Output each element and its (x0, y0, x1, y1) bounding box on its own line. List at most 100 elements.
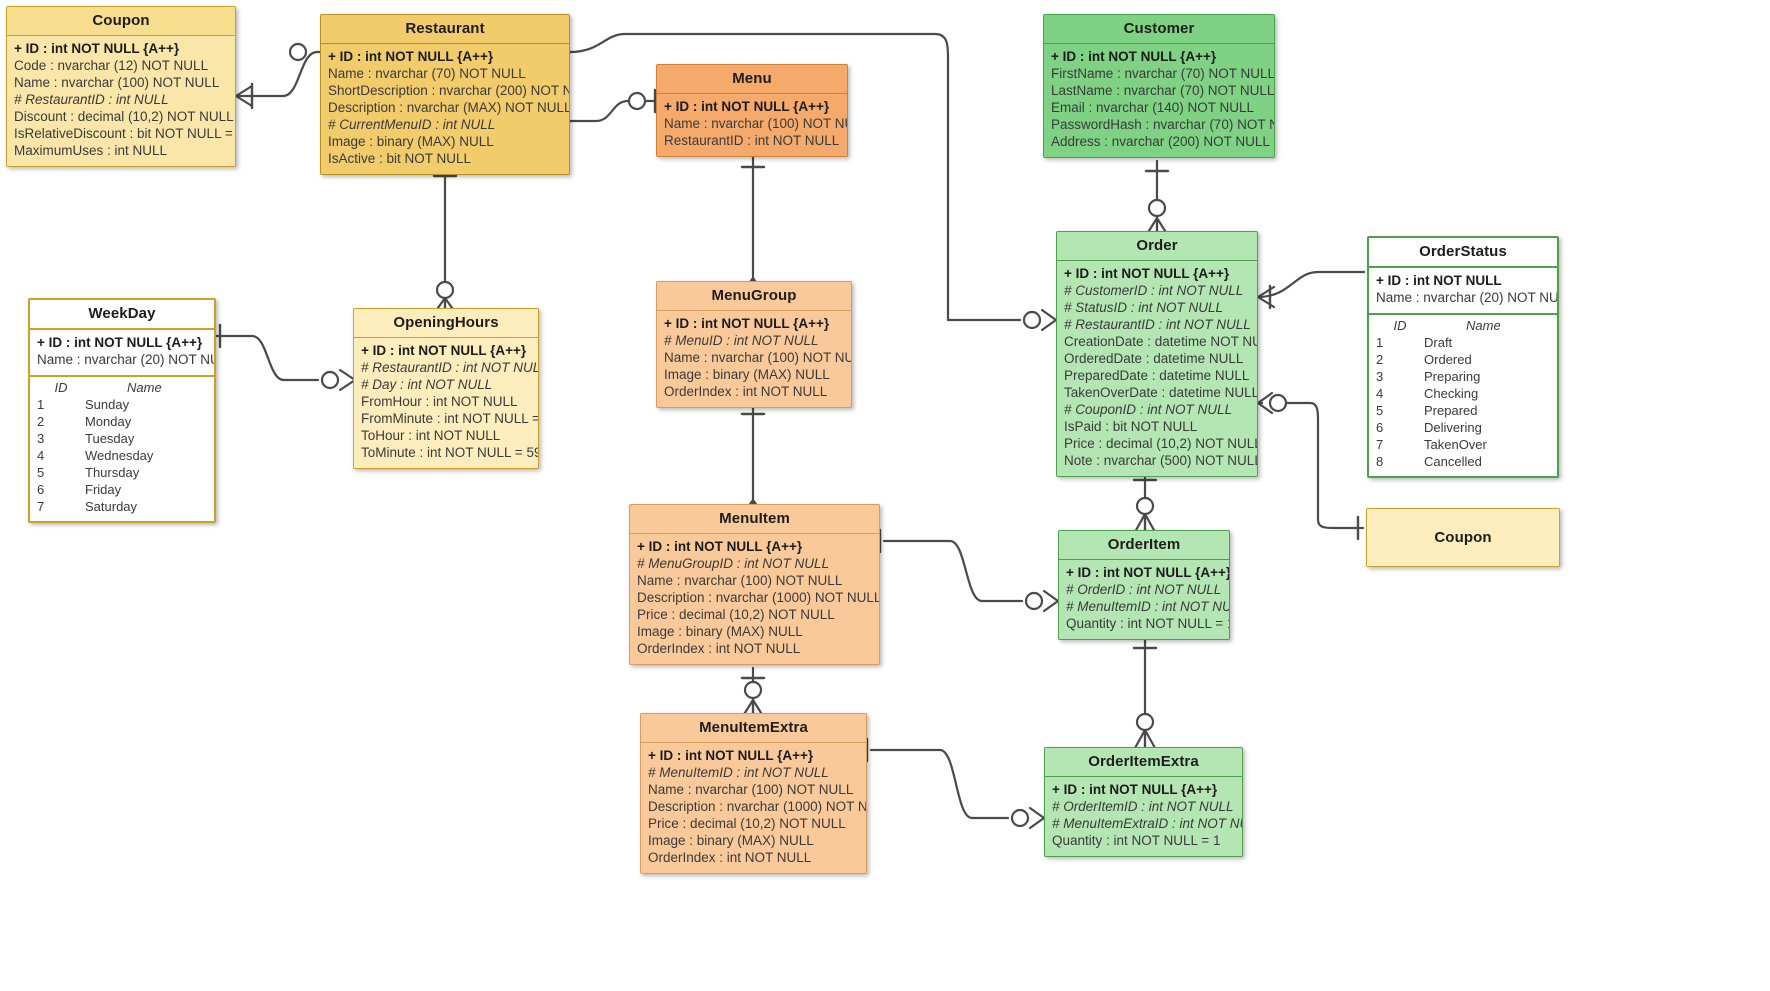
lookup-cell-id: 7 (37, 499, 45, 514)
attribute: Name : nvarchar (100) NOT NULL (648, 782, 854, 797)
lookup-header-row: ID Name (1376, 317, 1550, 334)
attribute: + ID : int NOT NULL {A++} (1051, 49, 1217, 64)
entity-orderstatus-lookup-rows: ID Name 1 Draft 2 Ordered 3 Preparing 4 Chec… (1369, 315, 1557, 476)
lookup-cell-id: 5 (37, 465, 45, 480)
entity-order-title: Order (1057, 232, 1257, 261)
attribute: # StatusID : int NOT NULL (1064, 300, 1224, 315)
attribute: + ID : int NOT NULL {A++} (637, 539, 803, 554)
attribute: Name : nvarchar (20) NOT NULL (1376, 290, 1559, 305)
attribute: Name : nvarchar (100) NOT NULL (664, 116, 847, 131)
attribute: # MenuItemID : int NOT NULL (648, 765, 829, 780)
entity-menuitem-attributes: + ID : int NOT NULL {A++} # MenuGroupID … (630, 534, 879, 664)
attribute: ToMinute : int NOT NULL = 59 (361, 445, 539, 460)
attribute: Image : binary (MAX) NULL (648, 833, 814, 848)
attribute: # MenuID : int NOT NULL (664, 333, 819, 348)
attribute: IsPaid : bit NOT NULL (1064, 419, 1198, 434)
lookup-cell-id: 6 (1376, 420, 1384, 435)
lookup-header-name: Name (1466, 318, 1501, 333)
entity-menugroup[interactable]: MenuGroup + ID : int NOT NULL {A++} # Me… (656, 281, 852, 408)
entity-restaurant[interactable]: Restaurant + ID : int NOT NULL {A++} Nam… (320, 14, 570, 175)
entity-menugroup-title: MenuGroup (657, 282, 851, 311)
lookup-cell-id: 3 (1376, 369, 1384, 384)
attribute: # MenuItemID : int NOT NULL (1066, 599, 1230, 614)
attribute: ToHour : int NOT NULL (361, 428, 501, 443)
attribute: + ID : int NOT NULL {A++} (648, 748, 814, 763)
lookup-row: 1 Draft (1376, 334, 1550, 351)
attribute: # Day : int NOT NULL (361, 377, 493, 392)
attribute: Price : decimal (10,2) NOT NULL (1064, 436, 1258, 451)
attribute: Image : binary (MAX) NULL (328, 134, 494, 149)
entity-coupon[interactable]: Coupon + ID : int NOT NULL {A++} Code : … (6, 6, 236, 167)
entity-order[interactable]: Order + ID : int NOT NULL {A++} # Custom… (1056, 231, 1258, 477)
lookup-row: 3 Tuesday (37, 430, 207, 447)
lookup-row: 7 TakenOver (1376, 436, 1550, 453)
entity-orderitemextra[interactable]: OrderItemExtra + ID : int NOT NULL {A++}… (1044, 747, 1243, 857)
entity-openinghours[interactable]: OpeningHours + ID : int NOT NULL {A++} #… (353, 308, 539, 469)
attribute: + ID : int NOT NULL {A++} (37, 335, 203, 350)
lookup-cell-name: Sunday (85, 397, 130, 412)
entity-orderitemextra-title: OrderItemExtra (1045, 748, 1242, 777)
entity-openinghours-attributes: + ID : int NOT NULL {A++} # RestaurantID… (354, 338, 538, 468)
entity-order-attributes: + ID : int NOT NULL {A++} # CustomerID :… (1057, 261, 1257, 476)
entity-restaurant-title: Restaurant (321, 15, 569, 44)
lookup-cell-id: 4 (1376, 386, 1384, 401)
lookup-cell-name: Preparing (1424, 369, 1481, 384)
entity-menuitemextra-attributes: + ID : int NOT NULL {A++} # MenuItemID :… (641, 743, 866, 873)
lookup-cell-name: Prepared (1424, 403, 1478, 418)
lookup-cell-id: 1 (37, 397, 45, 412)
lookup-cell-name: Friday (85, 482, 122, 497)
entity-menuitem[interactable]: MenuItem + ID : int NOT NULL {A++} # Men… (629, 504, 880, 665)
attribute: + ID : int NOT NULL (1376, 273, 1502, 288)
lookup-cell-id: 7 (1376, 437, 1384, 452)
lookup-row: 2 Monday (37, 413, 207, 430)
lookup-cell-name: Draft (1424, 335, 1453, 350)
attribute: + ID : int NOT NULL {A++} (664, 316, 830, 331)
lookup-cell-id: 5 (1376, 403, 1384, 418)
entity-orderstatus-title: OrderStatus (1369, 238, 1557, 268)
entity-menu[interactable]: Menu + ID : int NOT NULL {A++} Name : nv… (656, 64, 848, 157)
lookup-row: 6 Friday (37, 481, 207, 498)
entity-menu-title: Menu (657, 65, 847, 94)
attribute: # OrderItemID : int NOT NULL (1052, 799, 1234, 814)
attribute: IsActive : bit NOT NULL (328, 151, 472, 166)
lookup-cell-id: 1 (1376, 335, 1384, 350)
attribute: + ID : int NOT NULL {A++} (361, 343, 527, 358)
attribute: # MenuGroupID : int NOT NULL (637, 556, 830, 571)
lookup-cell-id: 4 (37, 448, 45, 463)
entity-orderitem[interactable]: OrderItem + ID : int NOT NULL {A++} # Or… (1058, 530, 1230, 640)
lookup-row: 1 Sunday (37, 396, 207, 413)
entity-orderstatus[interactable]: OrderStatus + ID : int NOT NULL Name : n… (1367, 236, 1559, 478)
attribute: Description : nvarchar (1000) NOT NULL (637, 590, 880, 605)
attribute: + ID : int NOT NULL {A++} (1066, 565, 1230, 580)
entity-coupon-reference[interactable]: Coupon (1366, 508, 1560, 567)
attribute: OrderIndex : int NOT NULL (648, 850, 812, 865)
attribute: PasswordHash : nvarchar (70) NOT NULL (1051, 117, 1274, 132)
attribute: FromMinute : int NOT NULL = 0 (361, 411, 539, 426)
relationship-lines (213, 32, 1372, 830)
attribute: # RestaurantID : int NOT NULL (361, 360, 539, 375)
attribute: # CouponID : int NOT NULL (1064, 402, 1233, 417)
entity-orderitemextra-attributes: + ID : int NOT NULL {A++} # OrderItemID … (1045, 777, 1242, 856)
attribute: OrderedDate : datetime NULL (1064, 351, 1244, 366)
attribute: MaximumUses : int NULL (14, 143, 168, 158)
attribute: FromHour : int NOT NULL (361, 394, 518, 409)
entity-weekday-title: WeekDay (30, 300, 214, 330)
attribute: + ID : int NOT NULL {A++} (14, 41, 180, 56)
lookup-cell-name: Checking (1424, 386, 1479, 401)
entity-menuitemextra-title: MenuItemExtra (641, 714, 866, 743)
lookup-cell-id: 3 (37, 431, 45, 446)
lookup-cell-id: 2 (37, 414, 45, 429)
lookup-row: 4 Checking (1376, 385, 1550, 402)
lookup-header-name: Name (127, 380, 162, 395)
entity-menuitemextra[interactable]: MenuItemExtra + ID : int NOT NULL {A++} … (640, 713, 867, 874)
lookup-row: 5 Thursday (37, 464, 207, 481)
entity-customer[interactable]: Customer + ID : int NOT NULL {A++} First… (1043, 14, 1275, 158)
entity-menugroup-attributes: + ID : int NOT NULL {A++} # MenuID : int… (657, 311, 851, 407)
attribute: + ID : int NOT NULL {A++} (664, 99, 830, 114)
lookup-cell-id: 8 (1376, 454, 1384, 469)
attribute: Discount : decimal (10,2) NOT NULL (14, 109, 234, 124)
entity-weekday[interactable]: WeekDay + ID : int NOT NULL {A++} Name :… (28, 298, 216, 523)
attribute: Name : nvarchar (20) NOT NULL (37, 352, 216, 367)
attribute: Price : decimal (10,2) NOT NULL (637, 607, 835, 622)
lookup-cell-name: Cancelled (1424, 454, 1482, 469)
